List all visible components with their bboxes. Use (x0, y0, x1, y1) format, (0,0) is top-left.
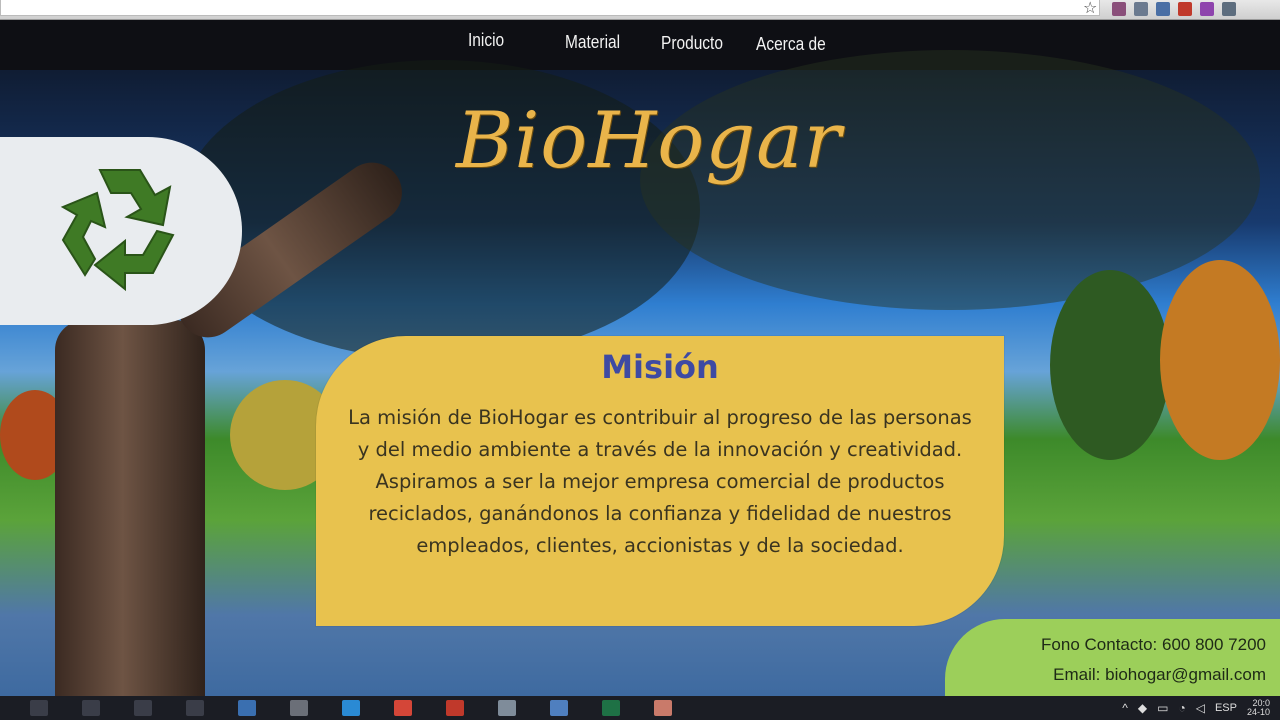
extension-icon[interactable] (1178, 2, 1192, 16)
extension-icon[interactable] (1222, 2, 1236, 16)
browser-toolbar: ☆ (0, 0, 1280, 20)
mission-text: La misión de BioHogar es contribuir al p… (348, 406, 972, 557)
taskbar-app-icon[interactable] (342, 700, 360, 716)
taskbar-app-icon[interactable] (82, 700, 100, 716)
tree-trunk (55, 320, 205, 696)
volume-icon[interactable]: ◁ (1196, 701, 1205, 715)
taskbar-app-icon[interactable] (238, 700, 256, 716)
nav-item-material[interactable]: Material (565, 32, 620, 53)
powerpoint-icon[interactable] (446, 700, 464, 716)
extension-icon[interactable] (1200, 2, 1214, 16)
tree-canopy (1050, 270, 1170, 460)
language-indicator[interactable]: ESP (1215, 702, 1237, 714)
contact-email[interactable]: Email: biohogar@gmail.com (1053, 665, 1266, 685)
taskbar-app-icon[interactable] (186, 700, 204, 716)
nav-item-producto[interactable]: Producto (661, 33, 723, 54)
tree-canopy (1160, 260, 1280, 460)
nav-item-inicio[interactable]: Inicio (468, 30, 504, 51)
os-taskbar: ^ ◆ ▭ ◔ ◁ ESP 20:0 24-10 (0, 696, 1280, 720)
wifi-icon[interactable]: ◔ (1178, 701, 1185, 715)
contact-card: Fono Contacto: 600 800 7200 Email: bioho… (945, 619, 1280, 696)
extension-icon[interactable] (1134, 2, 1148, 16)
taskbar-app-icon[interactable] (134, 700, 152, 716)
taskbar-apps (30, 700, 672, 716)
taskbar-app-icon[interactable] (498, 700, 516, 716)
extension-icon[interactable] (1112, 2, 1126, 16)
excel-icon[interactable] (602, 700, 620, 716)
battery-icon[interactable]: ▭ (1157, 701, 1168, 715)
chevron-up-icon[interactable]: ^ (1122, 701, 1128, 715)
nav-item-acerca-de[interactable]: Acerca de (756, 34, 826, 55)
taskbar-app-icon[interactable] (290, 700, 308, 716)
mission-card: Misión La misión de BioHogar es contribu… (316, 336, 1004, 626)
mission-title: Misión (601, 348, 719, 386)
main-nav: Inicio Material Producto Acerca de (0, 30, 1280, 60)
contact-phone: Fono Contacto: 600 800 7200 (1041, 635, 1266, 654)
brand-title: BioHogar (456, 96, 842, 186)
logo-badge (0, 137, 242, 325)
clock[interactable]: 20:0 24-10 (1247, 699, 1270, 717)
bookmark-star-icon[interactable]: ☆ (1083, 0, 1097, 17)
chrome-icon[interactable] (394, 700, 412, 716)
extension-icons (1112, 2, 1236, 16)
clock-date: 24-10 (1246, 707, 1270, 717)
address-bar[interactable] (0, 0, 1100, 16)
taskbar-app-icon[interactable] (30, 700, 48, 716)
extension-icon[interactable] (1156, 2, 1170, 16)
system-tray: ^ ◆ ▭ ◔ ◁ ESP 20:0 24-10 (1122, 699, 1270, 717)
dropbox-icon[interactable]: ◆ (1138, 701, 1147, 715)
taskbar-app-icon[interactable] (654, 700, 672, 716)
recycle-icon (60, 169, 175, 292)
taskbar-app-icon[interactable] (550, 700, 568, 716)
